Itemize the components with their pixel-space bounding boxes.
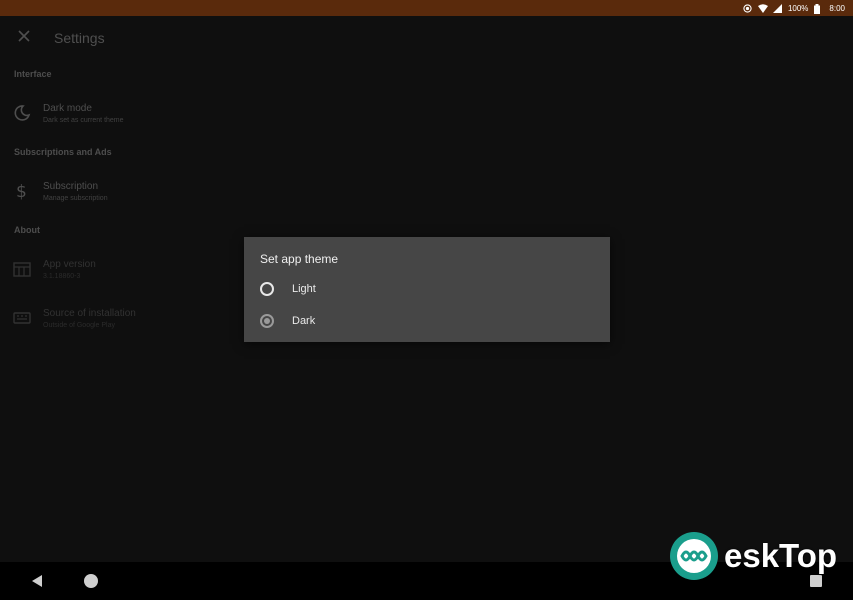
watermark: eskTop [668,530,837,582]
wifi-icon [757,3,768,13]
dialog-title: Set app theme [260,252,339,266]
signal-icon [772,3,782,13]
battery-icon [814,3,823,14]
radio-button[interactable] [260,282,274,296]
watermark-logo-icon [668,530,720,582]
theme-option-light[interactable]: Light [260,275,590,303]
status-time: 8:00 [829,3,845,13]
record-icon [743,3,752,13]
theme-option-dark[interactable]: Dark [260,307,590,335]
back-icon[interactable] [30,574,44,588]
radio-label: Dark [292,315,316,327]
home-icon[interactable] [84,574,98,588]
radio-button-checked[interactable] [260,314,274,328]
battery-percent: 100% [787,3,809,13]
theme-dialog: Set app theme Light Dark [244,237,610,342]
watermark-text: eskTop [724,537,838,574]
status-bar: 100% 8:00 [0,0,853,16]
radio-label: Light [292,283,316,295]
